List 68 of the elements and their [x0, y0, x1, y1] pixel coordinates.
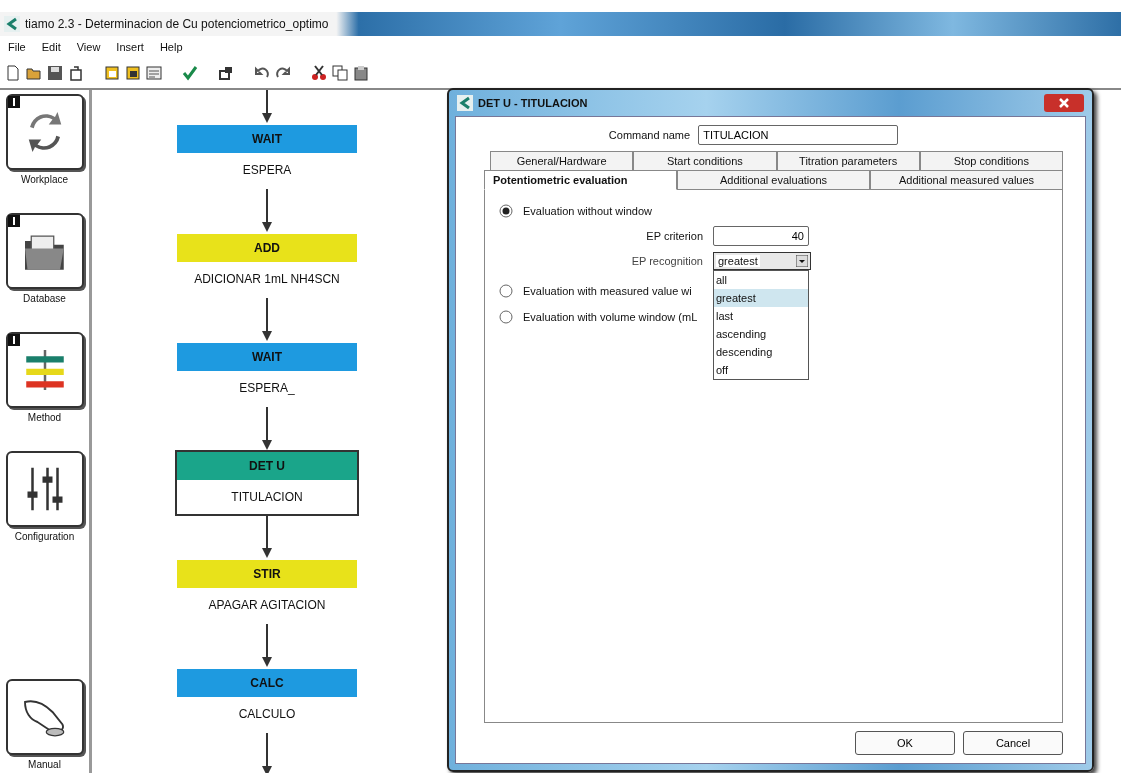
sidebar-button[interactable]: [5, 332, 84, 408]
radio-button[interactable]: [499, 310, 513, 324]
menu-item[interactable]: Edit: [41, 41, 61, 53]
flow-arrow: [262, 733, 272, 773]
ep-recognition-dropdown[interactable]: greatest: [713, 252, 811, 270]
command-type: DET U: [249, 458, 285, 473]
sidebar-button[interactable]: [5, 213, 84, 289]
command-type: ADD: [254, 240, 280, 255]
sidebar-button[interactable]: [5, 679, 84, 755]
command-type: CALC: [250, 676, 284, 691]
command-type: WAIT: [252, 349, 282, 364]
tab[interactable]: General/Hardware: [490, 151, 634, 170]
tab[interactable]: Potentiometric evaluation: [484, 170, 677, 190]
sidebar-label: Workplace: [20, 174, 69, 185]
dropdown-option[interactable]: off: [714, 361, 808, 379]
dropdown-option[interactable]: all: [714, 271, 808, 289]
menu-item[interactable]: View: [76, 41, 101, 53]
command-node[interactable]: DET U TITULACION: [175, 449, 359, 516]
sidebar-label: Database: [23, 293, 66, 304]
command-name: TITULACION: [230, 488, 304, 506]
cancel-button[interactable]: Cancel: [963, 731, 1063, 755]
dropdown-option[interactable]: greatest: [714, 289, 808, 307]
toolbar-new-icon[interactable]: [4, 64, 22, 82]
command-name: ESPERA: [241, 162, 293, 180]
app-logo-icon: [4, 16, 20, 32]
toolbar-copy-icon[interactable]: [331, 64, 349, 82]
radio-button[interactable]: [499, 204, 513, 218]
menu-item[interactable]: Help: [159, 41, 183, 53]
ok-button[interactable]: OK: [855, 731, 955, 755]
close-icon[interactable]: [1044, 94, 1084, 112]
tab[interactable]: Stop conditions: [919, 151, 1063, 170]
command-name: CALCULO: [237, 706, 297, 724]
field-label: EP recognition: [630, 255, 703, 267]
sidebar-label: Manual: [28, 759, 61, 770]
sidebar-label: Method: [27, 412, 62, 423]
command-name: ESPERA_: [238, 379, 296, 397]
command-type: WAIT: [252, 132, 282, 147]
radio-button[interactable]: [499, 284, 513, 298]
tab[interactable]: Titration parameters: [776, 151, 920, 170]
radio-label: Evaluation with measured value wi: [523, 285, 692, 297]
command-name: ADICIONAR 1mL NH4SCN: [193, 270, 341, 288]
toolbar-paste-icon[interactable]: [352, 64, 370, 82]
command-type: STIR: [253, 567, 281, 582]
menu-item[interactable]: Insert: [116, 41, 144, 53]
menu-item[interactable]: File: [8, 41, 26, 53]
dropdown-option[interactable]: descending: [714, 343, 808, 361]
dropdown-option[interactable]: ascending: [714, 325, 808, 343]
tab[interactable]: Start conditions: [633, 151, 777, 170]
radio-label: Evaluation with volume window (mL: [523, 311, 698, 323]
ep-criterion-field[interactable]: 40: [713, 226, 809, 246]
dropdown-option[interactable]: last: [714, 307, 808, 325]
sidebar-label: Configuration: [14, 531, 75, 542]
tab[interactable]: Additional measured values: [870, 170, 1063, 190]
toolbar-check-icon[interactable]: [181, 64, 199, 82]
toolbar-save-icon[interactable]: [46, 64, 64, 82]
radio-label: Evaluation without window: [523, 205, 653, 217]
app-logo-icon: [457, 95, 473, 111]
tab[interactable]: Additional evaluations: [677, 170, 870, 190]
sidebar-button[interactable]: [5, 451, 84, 527]
toolbar-cut-icon[interactable]: [310, 64, 328, 82]
toolbar-window-icon[interactable]: [217, 64, 235, 82]
field-label: EP criterion: [645, 230, 703, 242]
field-label: Command name: [608, 129, 691, 141]
command-name-field[interactable]: TITULACION: [698, 125, 899, 145]
dialog-title: DET U - TITULACION: [478, 97, 588, 109]
caret-icon: [796, 255, 808, 267]
sidebar-button[interactable]: [5, 94, 84, 170]
command-name: APAGAR AGITACION: [207, 597, 327, 615]
